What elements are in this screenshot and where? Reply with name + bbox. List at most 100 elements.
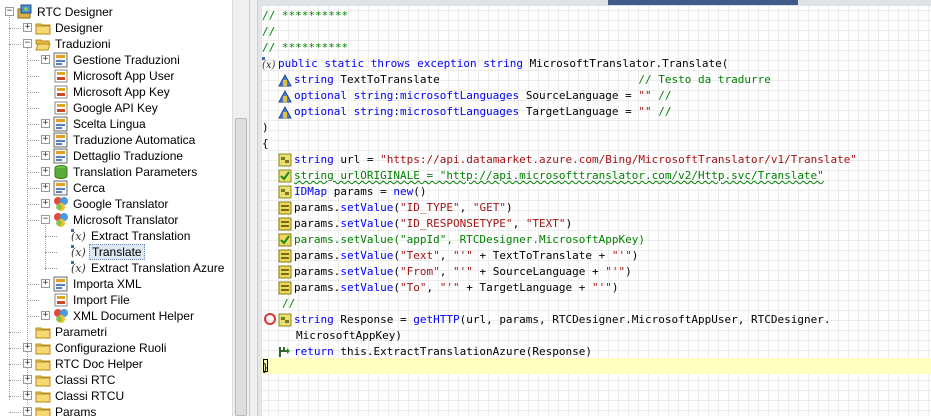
code-line[interactable]: // **********: [258, 8, 931, 24]
tree-scrollbar[interactable]: [232, 0, 249, 416]
stmt-icon[interactable]: [278, 249, 292, 263]
code-line[interactable]: params.setValue("appId", RTCDesigner.Mic…: [258, 232, 931, 248]
tree-item[interactable]: (x) Extract Translation Azure: [0, 260, 232, 276]
stmt-check-icon[interactable]: [278, 233, 292, 247]
expand-icon[interactable]: +: [41, 167, 50, 176]
tree-item[interactable]: + Gestione Traduzioni: [0, 52, 232, 68]
expand-icon[interactable]: +: [41, 183, 50, 192]
code-line[interactable]: }: [258, 360, 931, 376]
tree-guide-line: [45, 268, 57, 269]
tree-item[interactable]: + Scelta Lingua: [0, 116, 232, 132]
code-token: params =: [333, 185, 394, 198]
param-icon[interactable]: [278, 105, 292, 119]
code-line[interactable]: (x) public static throws exception string…: [258, 56, 931, 72]
collapse-icon[interactable]: −: [23, 39, 32, 48]
param-icon[interactable]: [278, 89, 292, 103]
code-line[interactable]: MicrosoftAppKey): [258, 328, 931, 344]
code-line[interactable]: return this.ExtractTranslationAzure(Resp…: [258, 344, 931, 360]
return-icon[interactable]: [278, 345, 292, 359]
tree-item[interactable]: Microsoft App User: [0, 68, 232, 84]
code-line[interactable]: string TextToTranslate // Testo da tradu…: [258, 72, 931, 88]
code-line[interactable]: //: [258, 24, 931, 40]
stmt-icon[interactable]: [278, 265, 292, 279]
code-line[interactable]: params.setValue("To", "'" + TargetLangua…: [258, 280, 931, 296]
tree-item[interactable]: + XML Document Helper: [0, 308, 232, 324]
tree-item[interactable]: − Traduzioni: [0, 36, 232, 52]
tree-item[interactable]: Google API Key: [0, 100, 232, 116]
code-line[interactable]: IDMap params = new(): [258, 184, 931, 200]
var-icon[interactable]: [278, 313, 292, 327]
tree-item[interactable]: Import File: [0, 292, 232, 308]
expand-icon[interactable]: +: [23, 343, 32, 352]
tree-item[interactable]: + Classi RTCU: [0, 388, 232, 404]
tree-scrollbar-thumb[interactable]: [235, 118, 247, 416]
tree-guide-line: [9, 364, 21, 365]
var-icon[interactable]: [278, 185, 292, 199]
expand-icon[interactable]: +: [41, 135, 50, 144]
tree-item[interactable]: + Params: [0, 404, 232, 416]
project-tree[interactable]: − RTC Designer + Designer − Traduzioni + Gestio…: [0, 0, 232, 416]
tree-item[interactable]: + Configurazione Ruoli: [0, 340, 232, 356]
code-line[interactable]: params.setValue("ID_RESPONSETYPE", "TEXT…: [258, 216, 931, 232]
active-editor-tab[interactable]: [608, 0, 798, 5]
code-line[interactable]: optional string:microsoftLanguages Targe…: [258, 104, 931, 120]
var-icon[interactable]: [278, 153, 292, 167]
expand-icon[interactable]: +: [41, 151, 50, 160]
code-line[interactable]: string urlORIGINALE = "http://api.micros…: [258, 168, 931, 184]
pane-splitter[interactable]: [249, 0, 258, 416]
code-line[interactable]: params.setValue("ID_TYPE", "GET"): [258, 200, 931, 216]
code-line[interactable]: params.setValue("From", "'" + SourceLang…: [258, 264, 931, 280]
tree-item[interactable]: + RTC Doc Helper: [0, 356, 232, 372]
expand-icon[interactable]: +: [41, 199, 50, 208]
expand-icon[interactable]: +: [41, 279, 50, 288]
form-icon: [53, 180, 69, 196]
tree-item[interactable]: + Cerca: [0, 180, 232, 196]
stmt-icon[interactable]: [278, 201, 292, 215]
tree-item[interactable]: + Traduzione Automatica: [0, 132, 232, 148]
tree-item[interactable]: (x) Translate: [0, 244, 232, 260]
param-icon[interactable]: [278, 73, 292, 87]
tree-item[interactable]: + Designer: [0, 20, 232, 36]
code-token: params.: [294, 249, 341, 262]
tree-item-label: Params: [55, 405, 97, 416]
method-icon[interactable]: (x): [262, 57, 276, 71]
tree-item[interactable]: (x) Extract Translation: [0, 228, 232, 244]
expand-icon[interactable]: +: [23, 407, 32, 416]
expand-icon[interactable]: +: [23, 375, 32, 384]
stmt-icon[interactable]: [278, 217, 292, 231]
code-token: "'": [452, 249, 473, 262]
tree-item[interactable]: + Dettaglio Traduzione: [0, 148, 232, 164]
stmt-icon[interactable]: [278, 281, 292, 295]
code-line[interactable]: ): [258, 120, 931, 136]
tree-item[interactable]: Microsoft App Key: [0, 84, 232, 100]
code-line[interactable]: string Response = getHTTP(url, params, R…: [258, 312, 931, 328]
expand-icon[interactable]: +: [23, 359, 32, 368]
var-check-icon[interactable]: [278, 169, 292, 183]
code-line[interactable]: params.setValue("Text", "'" + TextToTran…: [258, 248, 931, 264]
tree-item[interactable]: Parametri: [0, 324, 232, 340]
expand-icon[interactable]: +: [23, 23, 32, 32]
collapse-icon[interactable]: −: [5, 7, 14, 16]
tree-item[interactable]: + Importa XML: [0, 276, 232, 292]
expand-icon[interactable]: +: [41, 119, 50, 128]
tree-item[interactable]: − Microsoft Translator: [0, 212, 232, 228]
code-line[interactable]: string url = "https://api.datamarket.azu…: [258, 152, 931, 168]
code-token: TextToTranslate: [340, 73, 639, 86]
code-editor[interactable]: // ********** // // ********** (x) public st…: [258, 0, 931, 416]
code-line[interactable]: {: [258, 136, 931, 152]
code-line[interactable]: // **********: [258, 40, 931, 56]
tree-item[interactable]: + Translation Parameters: [0, 164, 232, 180]
tree-item-label: Microsoft Translator: [73, 213, 179, 227]
collapse-icon[interactable]: −: [41, 215, 50, 224]
code-line[interactable]: optional string:microsoftLanguages Sourc…: [258, 88, 931, 104]
code-token: url =: [340, 153, 381, 166]
expand-icon[interactable]: +: [41, 55, 50, 64]
tree-item-label: Traduzioni: [55, 37, 111, 51]
code-line[interactable]: //: [258, 296, 931, 312]
tree-item[interactable]: − RTC Designer: [0, 4, 232, 20]
tree-item[interactable]: + Classi RTC: [0, 372, 232, 388]
form-icon: [53, 52, 69, 68]
expand-icon[interactable]: +: [23, 391, 32, 400]
tree-item[interactable]: + Google Translator: [0, 196, 232, 212]
expand-icon[interactable]: +: [41, 311, 50, 320]
